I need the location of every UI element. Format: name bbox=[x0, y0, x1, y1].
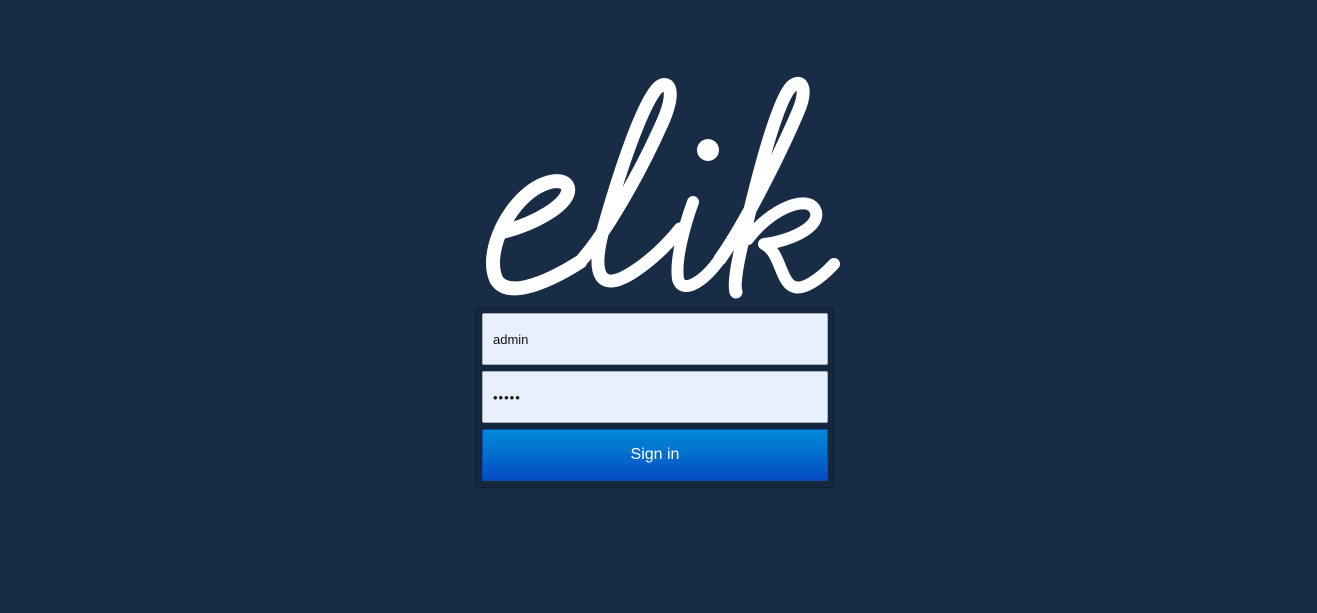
login-form: Sign in bbox=[475, 307, 834, 488]
sign-in-button[interactable]: Sign in bbox=[482, 429, 828, 481]
elik-logo-wordmark bbox=[486, 77, 840, 299]
login-page: Sign in bbox=[0, 0, 1317, 613]
password-input[interactable] bbox=[482, 371, 828, 423]
username-input[interactable] bbox=[482, 313, 828, 365]
elik-logo bbox=[480, 74, 840, 299]
